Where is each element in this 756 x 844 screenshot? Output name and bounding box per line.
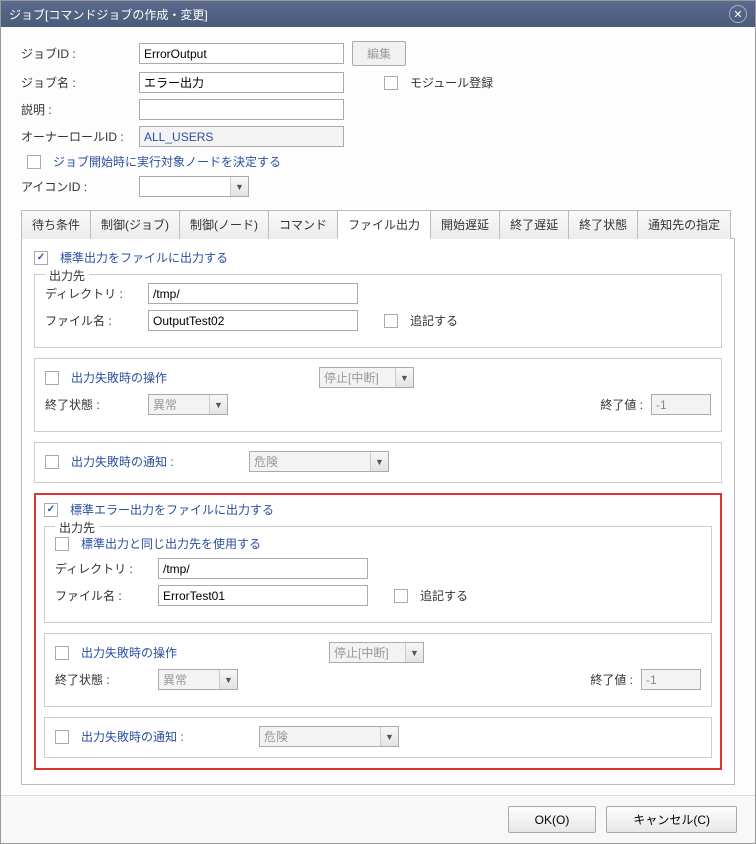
desc-label: 説明 : <box>21 101 131 118</box>
stderr-endval-input <box>641 669 701 690</box>
stderr-stop-select: 停止[中断] ▼ <box>329 642 424 663</box>
stderr-severity-value: 危険 <box>260 728 380 745</box>
stdout-endstate-value: 異常 <box>149 396 209 413</box>
stderr-severity-select: 危険 ▼ <box>259 726 399 747</box>
stdout-enable-label: 標準出力をファイルに出力する <box>60 249 228 266</box>
stdout-file-label: ファイル名 : <box>45 312 140 329</box>
stdout-stop-select: 停止[中断] ▼ <box>319 367 414 388</box>
tab-command[interactable]: コマンド <box>268 210 338 239</box>
stdout-onfail-checkbox[interactable] <box>45 371 59 385</box>
stderr-endval-label: 終了値 : <box>590 671 633 688</box>
chevron-down-icon: ▼ <box>405 643 423 662</box>
tab-body: 標準出力をファイルに出力する 出力先 ディレクトリ : ファイル名 : 追記する <box>21 239 735 785</box>
stderr-endstate-select: 異常 ▼ <box>158 669 238 690</box>
icon-id-select[interactable]: ▼ <box>139 176 249 197</box>
stderr-stop-value: 停止[中断] <box>330 644 405 661</box>
module-reg-label: モジュール登録 <box>410 74 493 91</box>
decide-node-checkbox[interactable] <box>27 155 41 169</box>
titlebar: ジョブ[コマンドジョブの作成・変更] ✕ <box>1 1 755 27</box>
tab-end-delay[interactable]: 終了遅延 <box>499 210 569 239</box>
tab-control-job[interactable]: 制御(ジョブ) <box>90 210 180 239</box>
stdout-endstate-select: 異常 ▼ <box>148 394 228 415</box>
stdout-severity-select: 危険 ▼ <box>249 451 389 472</box>
close-icon[interactable]: ✕ <box>729 5 747 23</box>
stderr-endstate-value: 異常 <box>159 671 219 688</box>
chevron-down-icon: ▼ <box>209 395 227 414</box>
edit-button: 編集 <box>352 41 406 66</box>
stderr-enable-checkbox[interactable] <box>44 503 58 517</box>
stdout-endval-label: 終了値 : <box>600 396 643 413</box>
stderr-file-label: ファイル名 : <box>55 587 150 604</box>
stderr-notify-checkbox[interactable] <box>55 730 69 744</box>
dialog: ジョブ[コマンドジョブの作成・変更] ✕ ジョブID : 編集 ジョブ名 : モ… <box>0 0 756 844</box>
stderr-append-checkbox[interactable] <box>394 589 408 603</box>
job-id-label: ジョブID : <box>21 45 131 62</box>
stdout-stop-value: 停止[中断] <box>320 369 395 386</box>
tab-file-output[interactable]: ファイル出力 <box>337 210 431 239</box>
stdout-endstate-label: 終了状態 : <box>45 396 140 413</box>
chevron-down-icon: ▼ <box>219 670 237 689</box>
owner-label: オーナーロールID : <box>21 128 131 145</box>
tab-notify[interactable]: 通知先の指定 <box>637 210 731 239</box>
stderr-highlight-box: 標準エラー出力をファイルに出力する 出力先 標準出力と同じ出力先を使用する ディ… <box>34 493 722 770</box>
chevron-down-icon: ▼ <box>370 452 388 471</box>
desc-input[interactable] <box>139 99 344 120</box>
icon-id-label: アイコンID : <box>21 178 131 195</box>
stdout-notify-fieldset: 出力失敗時の通知 : 危険 ▼ <box>34 442 722 483</box>
stderr-fail-fieldset: 出力失敗時の操作 停止[中断] ▼ 終了状態 : 異常 ▼ 終了値 <box>44 633 712 707</box>
module-reg-checkbox[interactable] <box>384 76 398 90</box>
stdout-dir-input[interactable] <box>148 283 358 304</box>
job-name-input[interactable] <box>139 72 344 93</box>
chevron-down-icon: ▼ <box>380 727 398 746</box>
stdout-notify-label: 出力失敗時の通知 : <box>71 453 241 470</box>
stderr-dir-input[interactable] <box>158 558 368 579</box>
stdout-fail-fieldset: 出力失敗時の操作 停止[中断] ▼ 終了状態 : 異常 ▼ 終了値 : <box>34 358 722 432</box>
stdout-file-input[interactable] <box>148 310 358 331</box>
stdout-notify-checkbox[interactable] <box>45 455 59 469</box>
stderr-dest-legend: 出力先 <box>55 519 99 536</box>
tab-end-state[interactable]: 終了状態 <box>568 210 638 239</box>
job-name-label: ジョブ名 : <box>21 74 131 91</box>
stderr-notify-label: 出力失敗時の通知 : <box>81 728 251 745</box>
stdout-append-checkbox[interactable] <box>384 314 398 328</box>
chevron-down-icon: ▼ <box>230 177 248 196</box>
stderr-dest-fieldset: 出力先 標準出力と同じ出力先を使用する ディレクトリ : ファイル名 : <box>44 526 712 623</box>
stderr-append-label: 追記する <box>420 587 468 604</box>
footer: OK(O) キャンセル(C) <box>1 795 755 843</box>
ok-button[interactable]: OK(O) <box>508 806 597 833</box>
stderr-onfail-label: 出力失敗時の操作 <box>81 644 321 661</box>
stderr-same-label: 標準出力と同じ出力先を使用する <box>81 535 261 552</box>
stderr-file-input[interactable] <box>158 585 368 606</box>
stdout-endval-input <box>651 394 711 415</box>
tab-start-delay[interactable]: 開始遅延 <box>430 210 500 239</box>
stderr-same-checkbox[interactable] <box>55 537 69 551</box>
tab-wait[interactable]: 待ち条件 <box>21 210 91 239</box>
cancel-button[interactable]: キャンセル(C) <box>606 806 737 833</box>
stdout-append-label: 追記する <box>410 312 458 329</box>
decide-node-label: ジョブ開始時に実行対象ノードを決定する <box>53 153 281 170</box>
stderr-onfail-checkbox[interactable] <box>55 646 69 660</box>
stdout-dest-fieldset: 出力先 ディレクトリ : ファイル名 : 追記する <box>34 274 722 348</box>
tab-control-node[interactable]: 制御(ノード) <box>179 210 269 239</box>
chevron-down-icon: ▼ <box>395 368 413 387</box>
stderr-enable-label: 標準エラー出力をファイルに出力する <box>70 501 274 518</box>
stderr-notify-fieldset: 出力失敗時の通知 : 危険 ▼ <box>44 717 712 758</box>
stdout-dir-label: ディレクトリ : <box>45 285 140 302</box>
tabs: 待ち条件 制御(ジョブ) 制御(ノード) コマンド ファイル出力 開始遅延 終了… <box>21 209 735 239</box>
content: ジョブID : 編集 ジョブ名 : モジュール登録 説明 : オーナーロールID… <box>1 27 755 795</box>
stdout-dest-legend: 出力先 <box>45 267 89 284</box>
dialog-title: ジョブ[コマンドジョブの作成・変更] <box>9 6 208 23</box>
stdout-onfail-label: 出力失敗時の操作 <box>71 369 311 386</box>
job-id-input[interactable] <box>139 43 344 64</box>
owner-input <box>139 126 344 147</box>
stdout-severity-value: 危険 <box>250 453 370 470</box>
stderr-endstate-label: 終了状態 : <box>55 671 150 688</box>
stdout-enable-checkbox[interactable] <box>34 251 48 265</box>
stderr-dir-label: ディレクトリ : <box>55 560 150 577</box>
